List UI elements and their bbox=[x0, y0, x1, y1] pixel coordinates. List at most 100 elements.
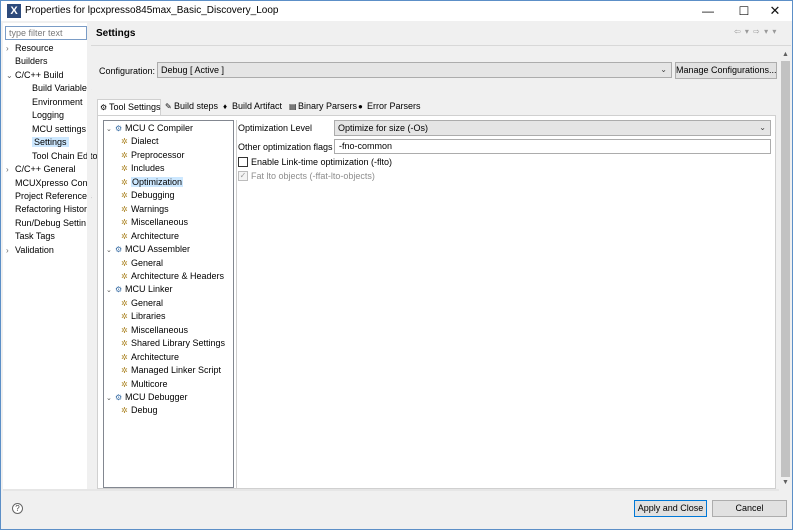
optimization-level-value: Optimize for size (-Os) bbox=[338, 123, 429, 133]
configuration-value: Debug [ Active ] bbox=[161, 65, 225, 75]
tree-row-label: Optimization bbox=[131, 176, 184, 187]
configuration-select[interactable]: Debug [ Active ] ⌄ bbox=[157, 62, 672, 78]
cancel-button[interactable]: Cancel bbox=[712, 500, 787, 517]
tree-row-17[interactable]: ✲ Architecture bbox=[121, 351, 179, 364]
tree-row-9[interactable]: ⌄ ⚙ MCU Assembler bbox=[106, 243, 190, 256]
nav-item-9[interactable]: › C/C++ General bbox=[6, 163, 76, 176]
tree-row-5[interactable]: ✲ Debugging bbox=[121, 189, 175, 202]
tab-0[interactable]: ⚙ Tool Settings bbox=[97, 99, 161, 115]
chevron-down-icon[interactable]: ⌄ bbox=[106, 392, 115, 405]
maximize-button[interactable]: ☐ bbox=[727, 1, 761, 21]
tree-row-4[interactable]: ✲ Optimization bbox=[121, 176, 184, 189]
nav-item-6[interactable]: MCU settings bbox=[23, 123, 86, 136]
horizontal-scrollbar[interactable] bbox=[3, 489, 779, 491]
tab-1[interactable]: ✎ Build steps bbox=[163, 99, 219, 115]
close-button[interactable]: ✕ bbox=[758, 1, 792, 21]
nav-item-5[interactable]: Logging bbox=[23, 109, 64, 122]
filter-input[interactable]: type filter text bbox=[5, 26, 87, 40]
other-optimization-flags-label: Other optimization flags bbox=[238, 142, 333, 152]
tree-row-2[interactable]: ✲ Preprocessor bbox=[121, 149, 185, 162]
window-title: Properties for lpcxpresso845max_Basic_Di… bbox=[25, 5, 279, 16]
tab-label: Binary Parsers bbox=[298, 101, 358, 111]
navigation-pane: type filter text › Resource Builders ⌄ C/C++… bbox=[3, 23, 98, 489]
scrollbar-thumb[interactable] bbox=[781, 61, 790, 477]
nav-item-1[interactable]: Builders bbox=[6, 55, 48, 68]
nav-item-12[interactable]: Refactoring Histor bbox=[6, 203, 87, 216]
manage-configurations-button[interactable]: Manage Configurations... bbox=[675, 62, 777, 79]
tree-row-16[interactable]: ✲ Shared Library Settings bbox=[121, 337, 225, 350]
nav-item-label: MCU settings bbox=[32, 123, 87, 134]
pane-sash[interactable] bbox=[87, 23, 91, 489]
nav-item-14[interactable]: Task Tags bbox=[6, 230, 55, 243]
tab-label: Error Parsers bbox=[367, 101, 421, 111]
nav-item-11[interactable]: Project References bbox=[6, 190, 92, 203]
nav-item-4[interactable]: Environment bbox=[23, 96, 83, 109]
vertical-scrollbar[interactable]: ▲ ▼ bbox=[779, 49, 792, 489]
tree-row-label: Architecture bbox=[131, 351, 180, 362]
optimization-level-select[interactable]: Optimize for size (-Os) ⌄ bbox=[334, 120, 771, 136]
tab-icon: ✎ bbox=[165, 102, 172, 111]
option-category-icon: ✲ bbox=[121, 325, 128, 335]
nav-item-label: Builders bbox=[15, 56, 48, 67]
tree-row-label: Miscellaneous bbox=[131, 217, 189, 228]
nav-item-label: Resource bbox=[15, 43, 54, 53]
tree-row-7[interactable]: ✲ Miscellaneous bbox=[121, 216, 188, 229]
nav-item-label: Validation bbox=[15, 244, 54, 255]
chevron-down-icon[interactable]: ⌄ bbox=[106, 284, 115, 297]
scroll-down-icon[interactable]: ▼ bbox=[779, 477, 792, 489]
nav-item-0[interactable]: › Resource bbox=[6, 42, 54, 55]
option-category-icon: ✲ bbox=[121, 312, 128, 322]
scroll-up-icon[interactable]: ▲ bbox=[779, 49, 792, 61]
nav-item-label: Environment bbox=[32, 96, 83, 107]
tab-3[interactable]: ▤Binary Parsers bbox=[287, 99, 358, 115]
tree-row-0[interactable]: ⌄ ⚙ MCU C Compiler bbox=[106, 122, 193, 135]
tree-row-14[interactable]: ✲ Libraries bbox=[121, 310, 166, 323]
nav-item-15[interactable]: › Validation bbox=[6, 244, 54, 257]
chevron-down-icon[interactable]: ⌄ bbox=[106, 123, 115, 136]
tab-2[interactable]: ♦ Build Artifact bbox=[221, 99, 285, 115]
option-category-icon: ✲ bbox=[121, 164, 128, 174]
nav-item-label: Build Variables bbox=[32, 83, 92, 94]
tree-row-label: Architecture bbox=[131, 230, 180, 241]
nav-item-label: C/C++ General bbox=[15, 164, 76, 175]
chevron-down-icon[interactable]: ⌄ bbox=[106, 244, 115, 257]
tool-icon: ⚙ bbox=[115, 245, 123, 255]
tree-row-6[interactable]: ✲ Warnings bbox=[121, 203, 169, 216]
nav-item-3[interactable]: Build Variables bbox=[23, 82, 91, 95]
tree-row-20[interactable]: ⌄ ⚙ MCU Debugger bbox=[106, 391, 188, 404]
nav-item-10[interactable]: MCUXpresso Con bbox=[6, 177, 88, 190]
help-icon[interactable]: ? bbox=[12, 503, 23, 514]
minimize-button[interactable]: — bbox=[691, 1, 725, 21]
option-category-icon: ✲ bbox=[121, 218, 128, 228]
nav-item-label: C/C++ Build bbox=[15, 69, 64, 80]
nav-item-2[interactable]: ⌄ C/C++ Build bbox=[6, 69, 64, 82]
apply-and-close-button[interactable]: Apply and Close bbox=[634, 500, 707, 517]
tree-row-label: Shared Library Settings bbox=[131, 338, 226, 349]
expand-toggle-icon[interactable]: ⌄ bbox=[6, 69, 15, 82]
tree-divider[interactable] bbox=[236, 120, 237, 488]
nav-item-7[interactable]: Settings bbox=[23, 136, 69, 149]
tree-row-label: Dialect bbox=[131, 136, 159, 147]
tree-row-label: Managed Linker Script bbox=[131, 365, 222, 376]
tab-4[interactable]: ● Error Parsers bbox=[356, 99, 421, 115]
tree-row-19[interactable]: ✲ Multicore bbox=[121, 378, 168, 391]
expand-toggle-icon[interactable]: › bbox=[6, 42, 15, 55]
tree-row-11[interactable]: ✲ Architecture & Headers bbox=[121, 270, 224, 283]
tree-row-21[interactable]: ✲ Debug bbox=[121, 404, 158, 417]
tree-row-15[interactable]: ✲ Miscellaneous bbox=[121, 324, 188, 337]
history-navigation-icons[interactable]: ⇦ ▾ ⇨ ▾ ▾ bbox=[734, 27, 777, 36]
tree-row-13[interactable]: ✲ General bbox=[121, 297, 163, 310]
tree-row-3[interactable]: ✲ Includes bbox=[121, 162, 165, 175]
option-category-icon: ✲ bbox=[121, 150, 128, 160]
tree-row-10[interactable]: ✲ General bbox=[121, 257, 163, 270]
expand-toggle-icon[interactable]: › bbox=[6, 163, 15, 176]
configuration-label: Configuration: bbox=[99, 66, 156, 76]
tree-row-18[interactable]: ✲ Managed Linker Script bbox=[121, 364, 221, 377]
other-optimization-flags-input[interactable]: -fno-common bbox=[334, 139, 771, 154]
tree-row-12[interactable]: ⌄ ⚙ MCU Linker bbox=[106, 283, 173, 296]
link-time-optimization-checkbox[interactable] bbox=[238, 157, 248, 167]
tree-row-1[interactable]: ✲ Dialect bbox=[121, 135, 159, 148]
nav-item-13[interactable]: Run/Debug Settin bbox=[6, 217, 86, 230]
tree-row-8[interactable]: ✲ Architecture bbox=[121, 230, 179, 243]
expand-toggle-icon[interactable]: › bbox=[6, 244, 15, 257]
